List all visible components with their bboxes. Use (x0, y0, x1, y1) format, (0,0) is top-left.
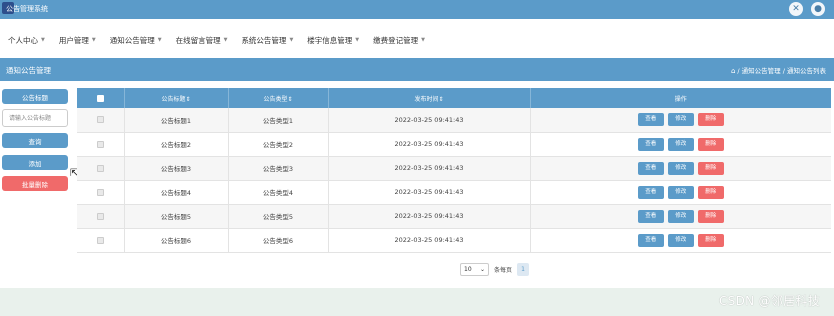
cell-type: 公告类型2 (228, 132, 329, 157)
cell-actions: 查看 修改 删除 (530, 204, 831, 229)
batch-delete-button[interactable]: 批量删除 (2, 176, 68, 191)
chevron-down-icon: ▼ (355, 37, 360, 43)
row-checkbox[interactable] (96, 116, 104, 124)
row-checkbox[interactable] (96, 164, 104, 172)
title-filter-button[interactable]: 公告标题 (2, 89, 68, 104)
cell-title: 公告标题3 (124, 156, 229, 181)
edit-button[interactable]: 修改 (667, 233, 694, 247)
cell-time: 2022-03-25 09:41:43 (328, 228, 531, 253)
column-header-time[interactable]: 发布时间⇕ (328, 88, 531, 108)
page-number-current[interactable]: 1 (517, 263, 530, 276)
cell-actions: 查看 修改 删除 (530, 180, 831, 205)
edit-button[interactable]: 修改 (667, 137, 694, 151)
cell-title: 公告标题6 (124, 228, 229, 253)
cell-type: 公告类型1 (228, 108, 329, 133)
user-icon[interactable]: ● (811, 2, 825, 16)
search-input[interactable] (2, 109, 68, 127)
delete-button[interactable]: 删除 (697, 137, 724, 151)
home-icon[interactable]: ⌂ (731, 67, 735, 75)
top-bar: 公告管理系统 ✕ ● (0, 0, 834, 19)
cell-title: 公告标题4 (124, 180, 229, 205)
column-header-type[interactable]: 公告类型⇕ (228, 88, 329, 108)
breadcrumb: ⌂ / 通知公告管理 / 通知公告列表 (731, 65, 826, 75)
edit-button[interactable]: 修改 (667, 209, 694, 223)
cell-time: 2022-03-25 09:41:43 (328, 204, 531, 229)
table-row: 公告标题1 公告类型1 2022-03-25 09:41:43 查看 修改 删除 (77, 108, 831, 133)
delete-button[interactable]: 删除 (697, 161, 724, 175)
edit-button[interactable]: 修改 (667, 113, 694, 127)
table-row: 公告标题2 公告类型2 2022-03-25 09:41:43 查看 修改 删除 (77, 132, 831, 157)
query-button[interactable]: 查询 (2, 133, 68, 148)
cell-actions: 查看 修改 删除 (530, 132, 831, 157)
expand-icon[interactable]: ✕ (789, 2, 803, 16)
watermark: CSDN @邻居科技 (718, 294, 820, 308)
cell-time: 2022-03-25 09:41:43 (328, 108, 531, 133)
nav-item-personal-center[interactable]: 个人中心 ▼ (8, 35, 45, 46)
add-button[interactable]: 添加 (2, 155, 68, 170)
cell-type: 公告类型6 (228, 228, 329, 253)
cell-title: 公告标题5 (124, 204, 229, 229)
row-checkbox[interactable] (96, 140, 104, 148)
pagination: 10 ⌄ 条每页 1 (460, 263, 530, 276)
chevron-down-icon: ▼ (421, 37, 426, 43)
delete-button[interactable]: 删除 (697, 233, 724, 247)
delete-button[interactable]: 删除 (697, 113, 724, 127)
section-header: 通知公告管理 ⌂ / 通知公告管理 / 通知公告列表 (0, 58, 834, 81)
app-title: 公告管理系统 (6, 5, 48, 13)
row-checkbox[interactable] (96, 212, 104, 220)
nav-item-notice-management[interactable]: 通知公告管理 ▼ (110, 35, 162, 46)
delete-button[interactable]: 删除 (697, 209, 724, 223)
select-all-cell (77, 88, 125, 108)
view-button[interactable]: 查看 (637, 113, 664, 127)
table-row: 公告标题6 公告类型6 2022-03-25 09:41:43 查看 修改 删除 (77, 228, 831, 253)
cell-type: 公告类型3 (228, 156, 329, 181)
table-row: 公告标题4 公告类型4 2022-03-25 09:41:43 查看 修改 删除 (77, 180, 831, 205)
footer (0, 288, 834, 316)
table-row: 公告标题5 公告类型5 2022-03-25 09:41:43 查看 修改 删除 (77, 204, 831, 229)
cell-actions: 查看 修改 删除 (530, 108, 831, 133)
notice-table: 公告标题⇕ 公告类型⇕ 发布时间⇕ 操作 公告标题1 公告类型1 2022-03… (77, 88, 831, 253)
page-title: 通知公告管理 (6, 66, 51, 75)
cell-type: 公告类型4 (228, 180, 329, 205)
chevron-down-icon: ▼ (223, 37, 228, 43)
nav-item-building-management[interactable]: 楼宇信息管理 ▼ (307, 35, 359, 46)
cell-time: 2022-03-25 09:41:43 (328, 180, 531, 205)
cell-title: 公告标题1 (124, 108, 229, 133)
row-checkbox[interactable] (96, 188, 104, 196)
row-checkbox[interactable] (96, 236, 104, 244)
chevron-down-icon: ▼ (41, 37, 45, 43)
nav-item-user-management[interactable]: 用户管理 ▼ (59, 35, 96, 46)
breadcrumb-text: / 通知公告管理 / 通知公告列表 (737, 67, 826, 75)
view-button[interactable]: 查看 (637, 233, 664, 247)
cell-time: 2022-03-25 09:41:43 (328, 156, 531, 181)
chevron-down-icon: ▼ (157, 37, 162, 43)
chevron-down-icon: ⌄ (479, 266, 485, 273)
chevron-down-icon: ▼ (91, 37, 96, 43)
cell-type: 公告类型5 (228, 204, 329, 229)
nav-item-system-notice-management[interactable]: 系统公告管理 ▼ (241, 35, 293, 46)
cell-actions: 查看 修改 删除 (530, 228, 831, 253)
column-header-title[interactable]: 公告标题⇕ (124, 88, 229, 108)
view-button[interactable]: 查看 (637, 185, 664, 199)
cell-title: 公告标题2 (124, 132, 229, 157)
page-size-unit: 条每页 (494, 267, 513, 274)
cell-time: 2022-03-25 09:41:43 (328, 132, 531, 157)
main-nav: 个人中心 ▼ 用户管理 ▼ 通知公告管理 ▼ 在线留言管理 ▼ 系统公告管理 ▼ 楼宇信息… (0, 25, 834, 55)
page-size-select[interactable]: 10 ⌄ (460, 263, 489, 276)
delete-button[interactable]: 删除 (697, 185, 724, 199)
table-header-row: 公告标题⇕ 公告类型⇕ 发布时间⇕ 操作 (77, 88, 831, 108)
nav-item-message-management[interactable]: 在线留言管理 ▼ (176, 35, 228, 46)
edit-button[interactable]: 修改 (667, 161, 694, 175)
nav-item-payment-management[interactable]: 缴费登记管理 ▼ (373, 35, 425, 46)
view-button[interactable]: 查看 (637, 137, 664, 151)
table-row: 公告标题3 公告类型3 2022-03-25 09:41:43 查看 修改 删除 (77, 156, 831, 181)
view-button[interactable]: 查看 (637, 209, 664, 223)
cell-actions: 查看 修改 删除 (530, 156, 831, 181)
select-all-checkbox[interactable] (96, 94, 104, 102)
view-button[interactable]: 查看 (637, 161, 664, 175)
column-header-actions: 操作 (530, 88, 831, 108)
edit-button[interactable]: 修改 (667, 185, 694, 199)
chevron-down-icon: ▼ (289, 37, 294, 43)
